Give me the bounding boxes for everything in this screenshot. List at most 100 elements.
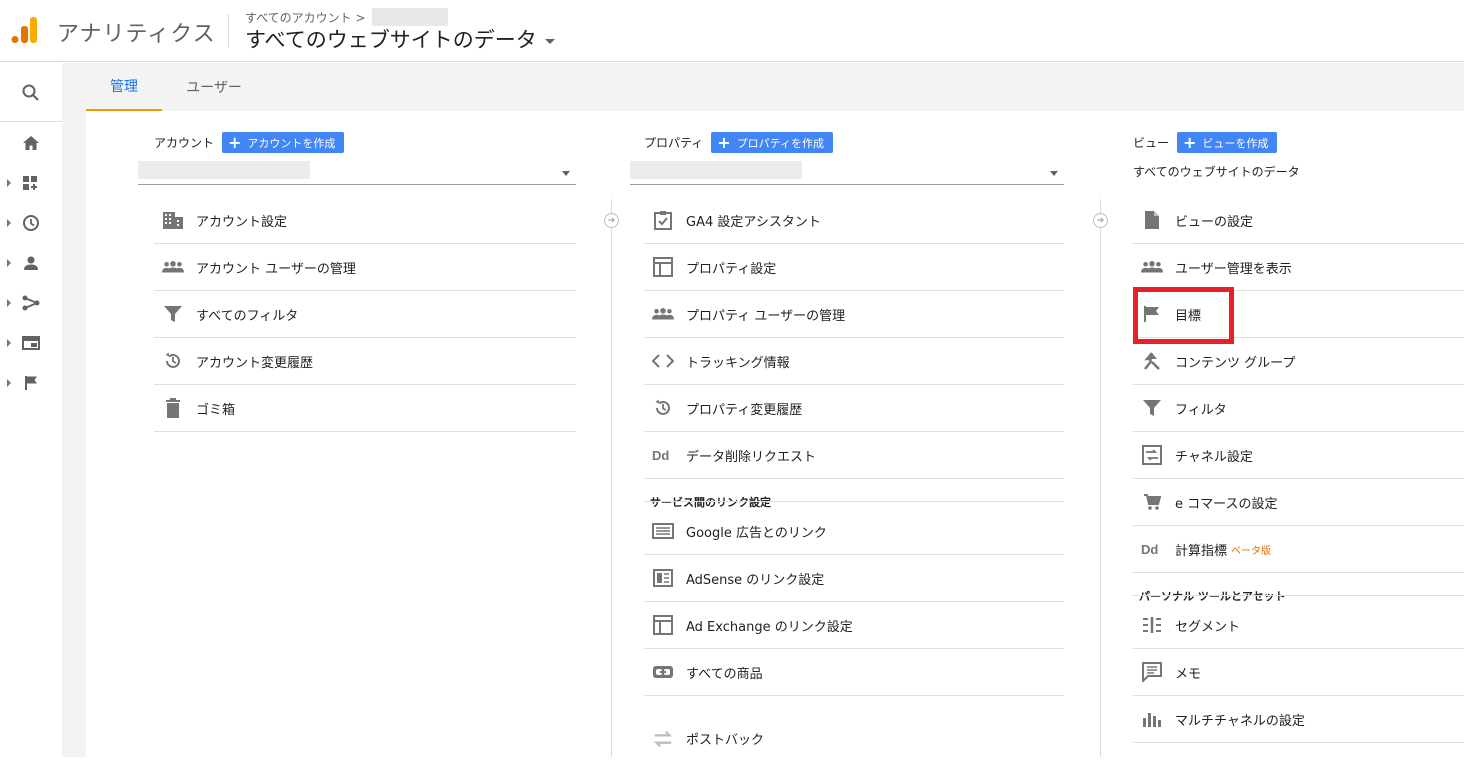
beta-badge: ベータ版: [1231, 545, 1272, 557]
view-title: すべてのウェブサイトのデータ: [245, 28, 537, 52]
tab-bar: 管理 ユーザー: [86, 63, 1464, 111]
row-property-user-management[interactable]: プロパティ ユーザーの管理: [644, 291, 1064, 338]
svg-text:Dd: Dd: [652, 448, 669, 462]
view-selector-dropdown[interactable]: すべてのウェブサイトのデータ: [1133, 159, 1464, 185]
row-ga4-setup-assistant[interactable]: GA4 設定アシスタント: [644, 197, 1064, 244]
row-trash[interactable]: ゴミ箱: [154, 385, 576, 432]
goals-highlight-box: [1133, 287, 1234, 344]
view-heading: ビュー: [1133, 136, 1170, 150]
row-google-ads-link[interactable]: Google 広告とのリンク: [644, 508, 1064, 555]
row-view-user-management[interactable]: ユーザー管理を表示: [1133, 244, 1464, 291]
app-title: アナリティクス: [57, 22, 216, 47]
row-data-deletion[interactable]: Dd データ削除リクエスト: [644, 432, 1064, 479]
row-label: メモ: [1175, 666, 1202, 682]
row-account-user-management[interactable]: アカウント ユーザーの管理: [154, 244, 576, 291]
expand-arrow-icon: [7, 379, 11, 387]
row-ecommerce-settings[interactable]: e コマースの設定: [1133, 479, 1464, 526]
expand-arrow-icon: [7, 219, 11, 227]
row-account-settings[interactable]: アカウント設定: [154, 197, 576, 244]
row-annotations[interactable]: メモ: [1133, 649, 1464, 696]
create-account-label: アカウントを作成: [247, 136, 336, 150]
account-header: アカウント + アカウントを作成: [154, 132, 345, 153]
row-label: AdSense のリンク設定: [686, 572, 825, 588]
row-view-filters[interactable]: フィルタ: [1133, 385, 1464, 432]
history-icon: [162, 350, 184, 372]
checklist-icon: [652, 209, 674, 231]
create-view-button[interactable]: + ビューを作成: [1177, 132, 1278, 153]
nav-customization[interactable]: [0, 163, 62, 203]
document-icon: [1141, 209, 1163, 231]
create-property-button[interactable]: + プロパティを作成: [711, 132, 834, 153]
nav-conversions[interactable]: [0, 363, 62, 403]
arrow-right-icon: ➔: [1093, 213, 1108, 228]
row-label: フィルタ: [1175, 402, 1227, 418]
row-account-history[interactable]: アカウント変更履歴: [154, 338, 576, 385]
analytics-logo-icon[interactable]: [11, 15, 39, 45]
tab-user[interactable]: ユーザー: [176, 63, 252, 111]
row-postback[interactable]: ポストバック: [644, 715, 1064, 762]
nav-audience[interactable]: [0, 243, 62, 283]
row-tracking-info[interactable]: トラッキング情報: [644, 338, 1064, 385]
plus-icon: +: [1183, 132, 1197, 152]
row-calculated-metrics[interactable]: Dd 計算指標 ベータ版: [1133, 526, 1464, 573]
expand-arrow-icon: [7, 339, 11, 347]
row-segments[interactable]: セグメント: [1133, 602, 1464, 649]
nav-home[interactable]: [0, 123, 62, 163]
row-label: セグメント: [1175, 619, 1241, 635]
row-label: プロパティ変更履歴: [686, 402, 803, 418]
tab-admin[interactable]: 管理: [86, 63, 162, 111]
row-all-filters[interactable]: すべてのフィルタ: [154, 291, 576, 338]
row-multichannel-settings[interactable]: マルチチャネルの設定: [1133, 696, 1464, 743]
row-label: GA4 設定アシスタント: [686, 214, 821, 230]
row-property-history[interactable]: プロパティ変更履歴: [644, 385, 1064, 432]
row-label: コンテンツ グループ: [1175, 355, 1296, 371]
row-label: アカウント ユーザーの管理: [196, 261, 356, 277]
code-icon: [652, 350, 674, 372]
row-label: すべての商品: [686, 666, 763, 682]
row-label: すべてのフィルタ: [196, 308, 299, 324]
svg-text:Dd: Dd: [1141, 542, 1158, 556]
row-view-settings[interactable]: ビューの設定: [1133, 197, 1464, 244]
home-icon: [23, 136, 39, 150]
row-channel-settings[interactable]: チャネル設定: [1133, 432, 1464, 479]
dd-icon: Dd: [652, 444, 674, 466]
dropdown-caret-icon: [562, 171, 570, 176]
segment-icon: [1141, 614, 1163, 636]
left-nav: [0, 63, 62, 757]
row-ad-exchange-link[interactable]: Ad Exchange のリンク設定: [644, 602, 1064, 649]
admin-panel: アカウント + アカウントを作成 アカウント設定 アカウント ユーザーの管理 す…: [86, 111, 1464, 757]
search-icon: [22, 84, 39, 101]
property-selector[interactable]: [630, 159, 1064, 185]
section-divider: [1133, 595, 1464, 596]
dd-icon: Dd: [1141, 538, 1163, 560]
expand-arrow-icon: [7, 259, 11, 267]
adsense-icon: [652, 567, 674, 589]
nav-realtime[interactable]: [0, 203, 62, 243]
row-adsense-link[interactable]: AdSense のリンク設定: [644, 555, 1064, 602]
history-icon: [652, 397, 674, 419]
row-all-products[interactable]: すべての商品: [644, 649, 1064, 696]
view-header: ビュー + ビューを作成: [1133, 132, 1278, 153]
create-account-button[interactable]: + アカウントを作成: [222, 132, 345, 153]
create-property-label: プロパティを作成: [736, 136, 825, 150]
users-icon: [652, 303, 674, 325]
chevron-down-icon: [544, 38, 555, 44]
account-selector[interactable]: [138, 159, 576, 185]
row-content-grouping[interactable]: コンテンツ グループ: [1133, 338, 1464, 385]
property-column: プロパティ + プロパティを作成 GA4 設定アシスタント プロパティ設定 プロ…: [630, 111, 1064, 757]
row-property-settings[interactable]: プロパティ設定: [644, 244, 1064, 291]
acquisition-icon: [22, 295, 40, 311]
nav-acquisition[interactable]: [0, 283, 62, 323]
view-column: ビュー + ビューを作成 すべてのウェブサイトのデータ ビューの設定 ユーザー管…: [1133, 111, 1464, 757]
nav-search[interactable]: [0, 73, 62, 113]
users-icon: [162, 256, 184, 278]
ads-icon: [652, 520, 674, 542]
nav-behavior[interactable]: [0, 323, 62, 363]
channel-icon: [1141, 444, 1163, 466]
view-selector[interactable]: すべてのウェブサイトのデータ: [245, 24, 555, 54]
expand-arrow-icon: [7, 299, 11, 307]
row-label: ゴミ箱: [196, 402, 236, 418]
row-label: トラッキング情報: [686, 355, 790, 371]
cart-icon: [1141, 491, 1163, 513]
building-icon: [162, 209, 184, 231]
